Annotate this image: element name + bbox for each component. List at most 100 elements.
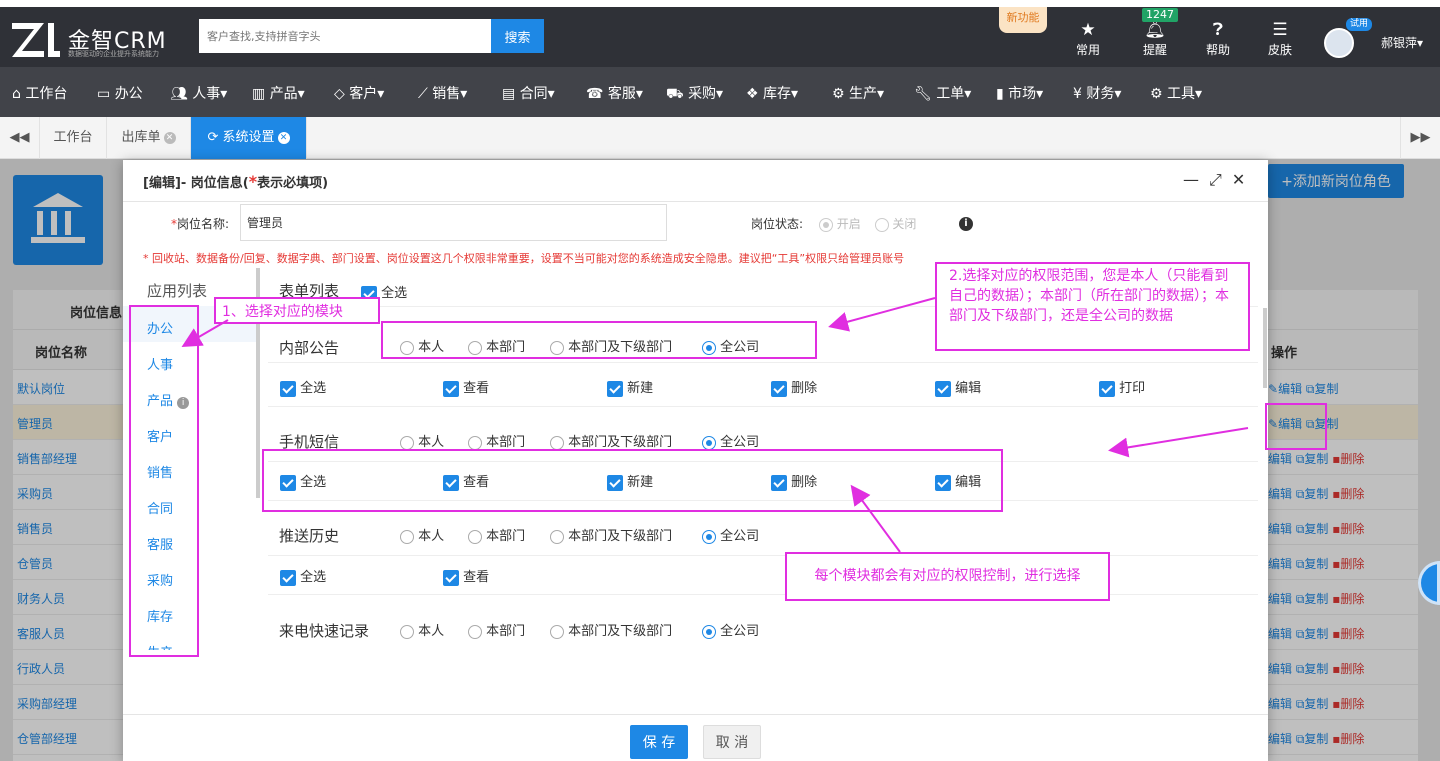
divider — [268, 362, 1258, 363]
scope-company-radio[interactable]: 全公司 — [702, 620, 759, 639]
skin-icon: ☰ — [1272, 20, 1288, 40]
reminder-button[interactable]: 🔔︎ 提醒 — [1130, 15, 1180, 65]
annotation-box-edit — [1265, 403, 1327, 450]
tab-workbench[interactable]: 工作台 — [40, 117, 107, 159]
help-button[interactable]: ❓︎ 帮助 — [1193, 15, 1243, 65]
nav-item-tools[interactable]: ⚙ 工具▾ — [1150, 83, 1202, 103]
scope-dept-radio[interactable]: 本部门 — [468, 620, 525, 639]
app-list-title: 应用列表 — [147, 282, 208, 300]
tab-bar: ◀◀ 工作台 出库单 ✕ ⟳ 系统设置 ✕ ▶▶ — [0, 117, 1440, 159]
scope-self-radio[interactable]: 本人 — [400, 431, 444, 450]
avatar[interactable] — [1324, 28, 1354, 58]
nav-item-service[interactable]: ☎ 客服▾ — [586, 83, 643, 103]
search-button[interactable]: 搜索 — [491, 19, 544, 53]
scope-dept-sub-radio[interactable]: 本部门及下级部门 — [550, 431, 672, 450]
nav-item-production[interactable]: ⚙ 生产▾ — [832, 83, 884, 103]
yen-icon: ¥ — [1073, 86, 1087, 102]
section-title: 推送历史 — [279, 527, 340, 545]
top-bar: 金智CRM 数据驱动的企业提升系统能力 搜索 新功能 ★常用 🔔︎提醒 1247… — [0, 0, 1440, 67]
star-icon: ★ — [1080, 20, 1096, 40]
minimize-icon[interactable]: — — [1183, 170, 1209, 189]
cancel-button[interactable]: 取 消 — [703, 725, 761, 759]
scope-dept-radio[interactable]: 本部门 — [468, 431, 525, 450]
logo-mark-icon — [12, 23, 60, 57]
barcode-icon: ▥ — [252, 86, 270, 102]
close-icon[interactable]: ✕ — [163, 131, 176, 144]
scope-self-radio[interactable]: 本人 — [400, 525, 444, 544]
annotation-box-scope — [381, 321, 817, 359]
home-icon: ⌂ — [12, 86, 26, 102]
info-icon[interactable]: i — [959, 217, 973, 231]
nav-item-contract[interactable]: ▤ 合同▾ — [502, 83, 555, 103]
scope-dept-sub-radio[interactable]: 本部门及下级部门 — [550, 525, 672, 544]
status-field: 岗位状态: 开启 关闭 — [751, 217, 917, 232]
tab-outbound[interactable]: 出库单 ✕ — [107, 117, 191, 159]
bell-icon: 🔔︎ — [1144, 20, 1166, 40]
nav-item-hr[interactable]: 👥︎ 人事▾ — [170, 83, 227, 103]
save-button[interactable]: 保 存 — [630, 725, 688, 759]
perm-checkbox[interactable]: 新建 — [607, 377, 653, 397]
perm-checkbox[interactable]: 编辑 — [935, 377, 981, 397]
nav-item-finance[interactable]: ¥ 财务▾ — [1073, 83, 1121, 103]
new-feature-badge[interactable]: 新功能 — [999, 7, 1047, 33]
favorites-button[interactable]: ★ 常用 — [1063, 15, 1113, 65]
position-name-input[interactable] — [240, 204, 667, 241]
scope-company-radio[interactable]: 全公司 — [702, 431, 759, 450]
nav-item-inventory[interactable]: ❖ 库存▾ — [746, 83, 798, 103]
annotation-step1: 1、选择对应的模块 — [214, 297, 380, 324]
nav-item-workorder[interactable]: 🔧︎ 工单▾ — [914, 83, 971, 103]
tab-scroll-right[interactable]: ▶▶ — [1400, 117, 1440, 159]
notification-count-badge: 1247 — [1142, 8, 1178, 22]
dialog-controls: —⤢✕ — [1183, 170, 1255, 190]
divider — [268, 406, 1258, 407]
annotation-step3: 每个模块都会有对应的权限控制，进行选择 — [785, 552, 1110, 601]
user-menu[interactable]: 郝银萍▾ — [1381, 34, 1423, 51]
cog-icon: ⚙ — [1150, 86, 1168, 102]
main-nav: ⌂ 工作台 ▭ 办公 👥︎ 人事▾ ▥ 产品▾ ◇ 客户▾ ⟋ 销售▾ ▤ 合同… — [0, 67, 1440, 117]
double-left-icon: ◀◀ — [9, 130, 30, 145]
annotation-step2: 2.选择对应的权限范围，您是本人（只能看到自己的数据）；本部门（所在部门的数据）… — [935, 262, 1250, 351]
close-icon[interactable]: ✕ — [277, 131, 290, 144]
status-off-radio[interactable] — [874, 217, 889, 232]
perm-checkbox[interactable]: 打印 — [1099, 377, 1145, 397]
tab-scroll-left[interactable]: ◀◀ — [0, 117, 40, 159]
skin-button[interactable]: ☰ 皮肤 — [1255, 15, 1305, 65]
scope-dept-sub-radio[interactable]: 本部门及下级部门 — [550, 620, 672, 639]
nav-item-sales[interactable]: ⟋ 销售▾ — [418, 83, 467, 103]
brand-slogan: 数据驱动的企业提升系统能力 — [68, 50, 159, 58]
double-right-icon: ▶▶ — [1410, 130, 1431, 145]
bookmark-icon: ▮ — [996, 86, 1009, 102]
scope-dept-radio[interactable]: 本部门 — [468, 525, 525, 544]
position-name-label: *岗位名称: — [171, 217, 230, 231]
refresh-icon[interactable]: ⟳ — [207, 130, 222, 145]
close-icon[interactable]: ✕ — [1232, 170, 1255, 189]
dialog-footer — [123, 714, 1268, 761]
maximize-icon[interactable]: ⤢ — [1209, 170, 1232, 189]
tab-system-settings[interactable]: ⟳ 系统设置 ✕ — [191, 117, 307, 159]
monitor-icon: ▭ — [97, 86, 115, 102]
perm-checkbox[interactable]: 删除 — [771, 377, 817, 397]
scope-self-radio[interactable]: 本人 — [400, 620, 444, 639]
perm-checkbox[interactable]: 全选 — [280, 566, 326, 586]
nav-item-customer[interactable]: ◇ 客户▾ — [334, 83, 384, 103]
diamond-icon: ◇ — [334, 86, 350, 102]
nav-item-market[interactable]: ▮ 市场▾ — [996, 83, 1043, 103]
scope-company-radio[interactable]: 全公司 — [702, 525, 759, 544]
users-icon: 👥︎ — [170, 86, 193, 102]
contract-icon: ▤ — [502, 86, 520, 102]
gears-icon: ⚙ — [832, 86, 850, 102]
status-on-radio[interactable] — [818, 217, 833, 232]
nav-item-purchase[interactable]: ⛟ 采购▾ — [666, 83, 723, 104]
cubes-icon: ❖ — [746, 86, 764, 102]
perm-checkbox[interactable]: 查看 — [443, 377, 489, 397]
right-scrollbar[interactable] — [1263, 308, 1267, 388]
logo[interactable]: 金智CRM 数据驱动的企业提升系统能力 — [10, 21, 190, 61]
perm-checkbox[interactable]: 查看 — [443, 566, 489, 586]
help-icon: ❓︎ — [1212, 20, 1224, 40]
dialog-title: [编辑]- 岗位信息(*表示必填项) — [143, 172, 329, 191]
nav-item-office[interactable]: ▭ 办公 — [97, 83, 143, 103]
perm-checkbox[interactable]: 全选 — [280, 377, 326, 397]
nav-item-workbench[interactable]: ⌂ 工作台 — [12, 83, 67, 103]
search-input[interactable] — [199, 19, 491, 53]
nav-item-product[interactable]: ▥ 产品▾ — [252, 83, 305, 103]
